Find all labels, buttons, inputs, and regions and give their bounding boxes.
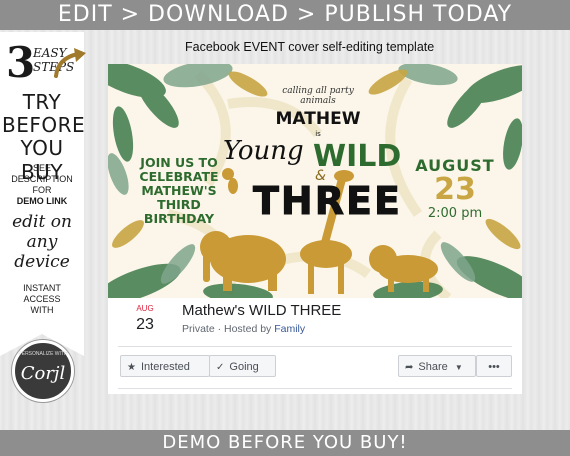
any-label: any: [26, 232, 58, 252]
event-meta: Private · Hosted by Family: [182, 323, 305, 335]
more-options-button[interactable]: •••: [476, 355, 512, 377]
cover-join-message: JOIN US TO CELEBRATE MATHEW'S THIRD BIRT…: [136, 156, 222, 226]
corjl-badge: PERSONALIZE WITH Corjl: [12, 340, 74, 402]
before-label: BEFORE: [2, 113, 86, 137]
check-icon: ✓: [216, 362, 225, 373]
steps-number: 3: [6, 38, 36, 87]
share-button[interactable]: ➦ Share ▼: [398, 355, 476, 377]
cover-three-text: THREE: [253, 179, 402, 224]
cover-day: 23: [434, 172, 476, 207]
template-subtitle: Facebook EVENT cover self-editing templa…: [185, 40, 435, 54]
star-icon: ★: [127, 362, 136, 373]
cover-is-text: is: [315, 130, 321, 138]
badge-logo: Corjl: [20, 363, 66, 384]
demo-link-label: DEMO LINK: [16, 196, 68, 206]
bottom-banner: DEMO BEFORE YOU BUY!: [0, 430, 570, 456]
going-label: Going: [229, 361, 259, 373]
join-line: CELEBRATE: [139, 169, 219, 184]
cover-young-text: Young: [223, 136, 304, 166]
instant-label: INSTANT: [23, 283, 61, 293]
with-label: WITH: [30, 305, 54, 315]
chevron-down-icon: ▼: [454, 363, 463, 372]
card-divider: [118, 346, 512, 347]
event-date-month: AUG: [136, 304, 154, 313]
description-label: DESCRIPTION: [11, 174, 73, 184]
badge-ring-text: PERSONALIZE WITH: [18, 351, 68, 357]
event-privacy-text: Private · Hosted by: [182, 323, 275, 335]
cover-wild-text: WILD: [313, 139, 402, 174]
share-arrow-icon: ➦: [405, 362, 414, 373]
try-label: TRY: [22, 90, 62, 114]
edit-on-label: edit on: [12, 212, 72, 232]
for-label: FOR: [32, 185, 52, 195]
card-bottom-divider: [118, 388, 512, 389]
share-label: Share: [418, 361, 448, 373]
going-button[interactable]: ✓ Going: [209, 355, 276, 377]
curved-arrow-icon: [54, 48, 86, 78]
event-title[interactable]: Mathew's WILD THREE: [182, 302, 341, 319]
join-line: JOIN US TO: [140, 155, 218, 170]
join-line: MATHEW'S: [141, 183, 217, 198]
device-label: device: [14, 252, 70, 272]
join-line: BIRTHDAY: [143, 211, 215, 226]
interested-label: Interested: [140, 361, 190, 373]
cover-calling-text: calling all party animals: [282, 86, 354, 106]
event-cover-image: calling all party animals MATHEW is Youn…: [108, 64, 522, 298]
join-line: THIRD: [157, 197, 201, 212]
top-banner: EDIT > DOWNLOAD > PUBLISH TODAY: [0, 0, 570, 30]
see-label: SEE: [32, 163, 51, 173]
event-host-link[interactable]: Family: [274, 323, 305, 335]
interested-button[interactable]: ★ Interested: [120, 355, 210, 377]
cover-time: 2:00 pm: [427, 206, 483, 221]
access-label: ACCESS: [23, 294, 61, 304]
cover-child-name: MATHEW: [275, 109, 361, 129]
event-date-day: 23: [136, 316, 154, 333]
